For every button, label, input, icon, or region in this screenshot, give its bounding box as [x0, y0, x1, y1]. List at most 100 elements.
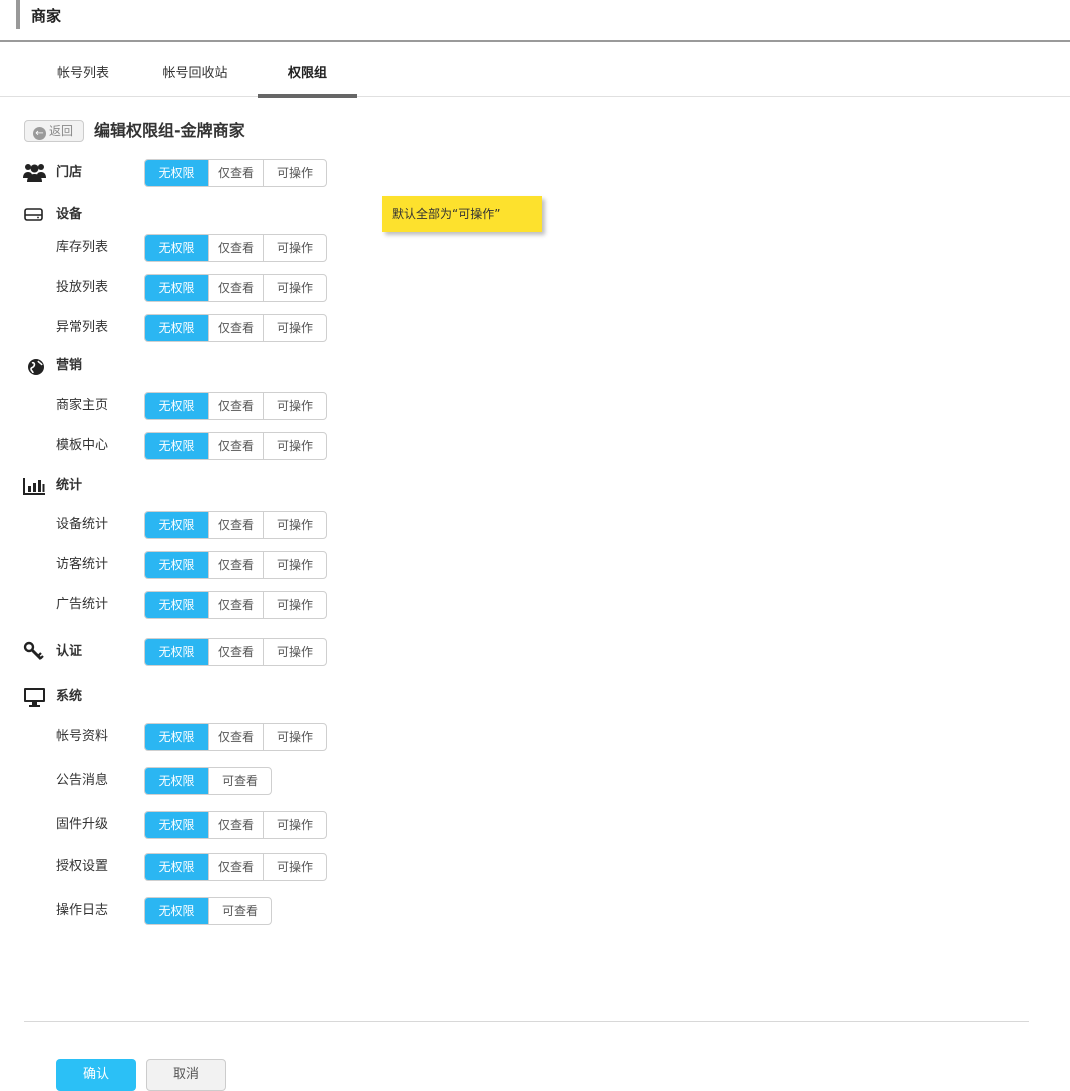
permission-row-ad-stats: 广告统计 无权限 仅查看 可操作	[0, 591, 400, 619]
option-operate[interactable]: 可操作	[263, 724, 326, 750]
item-label: 帐号资料	[56, 729, 109, 744]
globe-icon	[23, 355, 46, 377]
option-operate[interactable]: 可操作	[263, 275, 326, 301]
permission-selector: 无权限 仅查看 可操作	[144, 853, 327, 881]
option-none[interactable]: 无权限	[145, 639, 208, 665]
option-operate[interactable]: 可操作	[263, 160, 326, 186]
item-label: 异常列表	[56, 320, 109, 335]
option-none[interactable]: 无权限	[145, 812, 208, 838]
item-label: 库存列表	[56, 240, 109, 255]
option-none[interactable]: 无权限	[145, 552, 208, 578]
back-button[interactable]: ← 返回	[24, 120, 84, 142]
permission-row-account-profile: 帐号资料 无权限 仅查看 可操作	[0, 723, 400, 751]
option-view[interactable]: 仅查看	[208, 235, 263, 261]
option-none[interactable]: 无权限	[145, 854, 208, 880]
option-none[interactable]: 无权限	[145, 235, 208, 261]
arrow-left-circle-icon: ←	[33, 127, 46, 140]
option-operate[interactable]: 可操作	[263, 812, 326, 838]
permission-row-firmware-upgrade: 固件升级 无权限 仅查看 可操作	[0, 811, 400, 839]
option-view[interactable]: 仅查看	[208, 160, 263, 186]
section-header-stats: 统计	[0, 472, 400, 500]
item-label: 授权设置	[56, 859, 109, 874]
option-view[interactable]: 仅查看	[208, 639, 263, 665]
option-view[interactable]: 仅查看	[208, 854, 263, 880]
option-none[interactable]: 无权限	[145, 592, 208, 618]
option-operate[interactable]: 可操作	[263, 393, 326, 419]
option-view[interactable]: 仅查看	[208, 393, 263, 419]
option-none[interactable]: 无权限	[145, 393, 208, 419]
option-operate[interactable]: 可操作	[263, 433, 326, 459]
item-label: 访客统计	[56, 557, 109, 572]
option-none[interactable]: 无权限	[145, 160, 208, 186]
option-view[interactable]: 仅查看	[208, 315, 263, 341]
option-view[interactable]: 仅查看	[208, 433, 263, 459]
permission-row-device-stats: 设备统计 无权限 仅查看 可操作	[0, 511, 400, 539]
permission-selector: 无权限 仅查看 可操作	[144, 432, 327, 460]
option-view[interactable]: 仅查看	[208, 275, 263, 301]
permission-selector: 无权限 仅查看 可操作	[144, 234, 327, 262]
item-label: 模板中心	[56, 438, 109, 453]
item-label: 设备统计	[56, 517, 109, 532]
title-accent-bar	[16, 0, 20, 29]
option-view[interactable]: 仅查看	[208, 592, 263, 618]
item-label: 广告统计	[56, 597, 109, 612]
option-operate[interactable]: 可操作	[263, 592, 326, 618]
permission-row-inventory-list: 库存列表 无权限 仅查看 可操作	[0, 234, 400, 262]
permission-row-operation-log: 操作日志 无权限 可查看	[0, 897, 400, 925]
permission-row-visitor-stats: 访客统计 无权限 仅查看 可操作	[0, 551, 400, 579]
option-operate[interactable]: 可操作	[263, 512, 326, 538]
section-label-marketing: 营销	[56, 358, 83, 373]
permission-row-exception-list: 异常列表 无权限 仅查看 可操作	[0, 314, 400, 342]
key-icon	[23, 641, 46, 663]
tab-account-list[interactable]: 帐号列表	[44, 43, 122, 97]
option-view[interactable]: 仅查看	[208, 552, 263, 578]
option-none[interactable]: 无权限	[145, 433, 208, 459]
item-label: 操作日志	[56, 903, 109, 918]
option-none[interactable]: 无权限	[145, 768, 208, 794]
permission-selector: 无权限 仅查看 可操作	[144, 638, 327, 666]
page-header-title: 商家	[31, 7, 62, 25]
permission-row-deploy-list: 投放列表 无权限 仅查看 可操作	[0, 274, 400, 302]
confirm-button[interactable]: 确认	[56, 1059, 136, 1091]
tab-account-recycle-bin[interactable]: 帐号回收站	[150, 43, 240, 97]
section-label-stats: 统计	[56, 478, 83, 493]
permission-row-store: 门店 无权限 仅查看 可操作	[0, 159, 400, 187]
permission-selector: 无权限 仅查看 可操作	[144, 811, 327, 839]
permission-selector: 无权限 仅查看 可操作	[144, 723, 327, 751]
option-operate[interactable]: 可操作	[263, 315, 326, 341]
option-view[interactable]: 仅查看	[208, 812, 263, 838]
option-can-view[interactable]: 可查看	[208, 768, 271, 794]
permission-row-merchant-home: 商家主页 无权限 仅查看 可操作	[0, 392, 400, 420]
permission-selector: 无权限 可查看	[144, 897, 272, 925]
permission-row-auth: 认证 无权限 仅查看 可操作	[0, 638, 400, 666]
cancel-button[interactable]: 取消	[146, 1059, 226, 1091]
permission-row-auth-settings: 授权设置 无权限 仅查看 可操作	[0, 853, 400, 881]
option-none[interactable]: 无权限	[145, 512, 208, 538]
option-view[interactable]: 仅查看	[208, 724, 263, 750]
section-label-auth: 认证	[56, 644, 83, 659]
item-label: 固件升级	[56, 817, 109, 832]
option-operate[interactable]: 可操作	[263, 552, 326, 578]
option-none[interactable]: 无权限	[145, 898, 208, 924]
section-label-system: 系统	[56, 689, 83, 704]
option-none[interactable]: 无权限	[145, 724, 208, 750]
option-none[interactable]: 无权限	[145, 315, 208, 341]
permission-row-template-center: 模板中心 无权限 仅查看 可操作	[0, 432, 400, 460]
option-view[interactable]: 仅查看	[208, 512, 263, 538]
monitor-icon	[23, 686, 46, 708]
page-title: 编辑权限组-金牌商家	[94, 121, 245, 140]
option-operate[interactable]: 可操作	[263, 854, 326, 880]
option-can-view[interactable]: 可查看	[208, 898, 271, 924]
bar-chart-icon	[23, 475, 46, 497]
option-operate[interactable]: 可操作	[263, 639, 326, 665]
option-none[interactable]: 无权限	[145, 275, 208, 301]
users-icon	[23, 162, 46, 184]
option-operate[interactable]: 可操作	[263, 235, 326, 261]
item-label: 商家主页	[56, 398, 109, 413]
permission-selector: 无权限 仅查看 可操作	[144, 551, 327, 579]
section-label-device: 设备	[56, 207, 83, 222]
tab-permission-group[interactable]: 权限组	[258, 43, 357, 98]
tab-bar: 帐号列表 帐号回收站 权限组	[0, 43, 1070, 98]
permission-selector: 无权限 仅查看 可操作	[144, 274, 327, 302]
permission-selector: 无权限 仅查看 可操作	[144, 392, 327, 420]
